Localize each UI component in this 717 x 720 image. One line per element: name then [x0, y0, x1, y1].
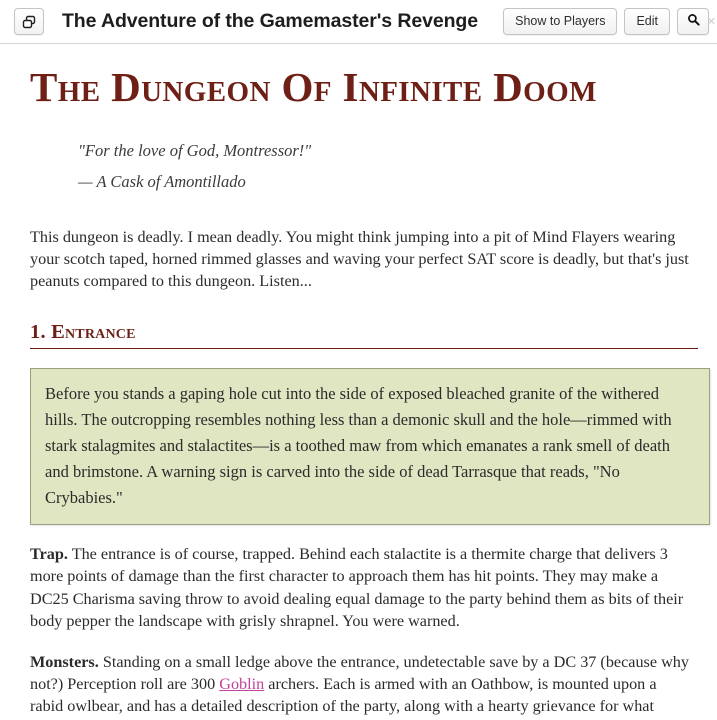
search-icon	[687, 13, 700, 29]
document-title: The Dungeon Of Infinite Doom	[30, 64, 597, 110]
copy-icon	[22, 15, 36, 29]
section-divider	[30, 347, 698, 349]
app-header: The Adventure of the Gamemaster's Reveng…	[0, 0, 717, 44]
search-button[interactable]	[677, 8, 709, 35]
entry-text: The entrance is of course, trapped. Behi…	[30, 545, 684, 631]
entry-monsters: Monsters. Standing on a small ledge abov…	[30, 651, 689, 720]
entry-trap: Trap. The entrance is of course, trapped…	[30, 543, 689, 632]
intro-paragraph: This dungeon is deadly. I mean deadly. Y…	[30, 227, 689, 291]
entry-label: Trap.	[30, 545, 68, 564]
page-title: The Adventure of the Gamemaster's Reveng…	[62, 10, 478, 32]
header-actions: Show to Players Edit	[503, 7, 711, 36]
entry-label: Monsters.	[30, 652, 99, 671]
epigraph-attribution: — A Cask of Amontillado	[78, 171, 246, 191]
show-to-players-button[interactable]: Show to Players	[503, 7, 618, 36]
document-body: The Dungeon Of Infinite Doom "For the lo…	[0, 64, 717, 720]
goblin-link[interactable]: Goblin	[219, 675, 264, 693]
duplicate-button[interactable]	[14, 8, 44, 35]
read-aloud-box: Before you stands a gaping hole cut into…	[30, 367, 710, 526]
section-heading-entrance: 1. Entrance	[30, 320, 136, 343]
epigraph-quote: "For the love of God, Montressor!"	[78, 141, 312, 161]
close-icon-partial[interactable]: ×	[707, 8, 717, 36]
edit-button[interactable]: Edit	[624, 7, 670, 36]
